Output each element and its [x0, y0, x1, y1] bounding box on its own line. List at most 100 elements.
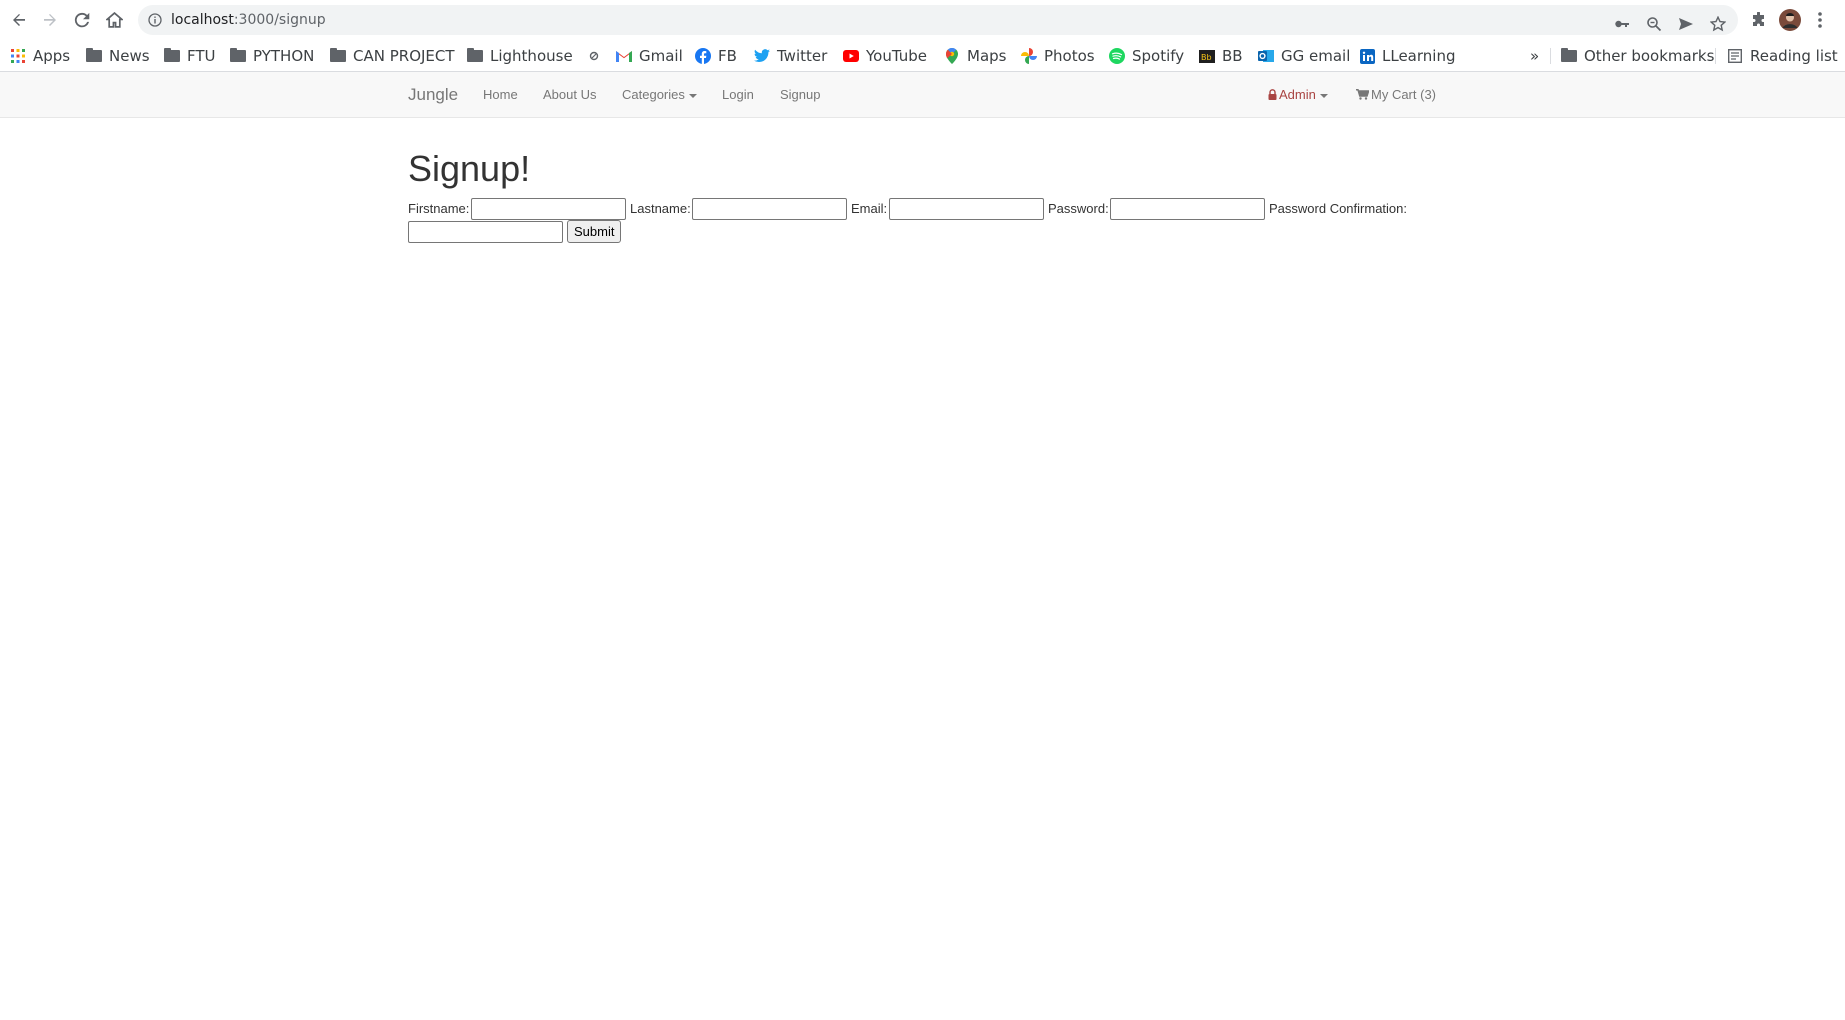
outlook-icon — [1258, 48, 1274, 64]
app-navbar: Jungle Home About Us Categories Login Si… — [0, 72, 1845, 118]
info-icon[interactable] — [148, 13, 162, 27]
browser-toolbar: localhost:3000/signup — [0, 0, 1845, 40]
send-to-devices-button[interactable] — [1676, 14, 1696, 34]
bookmark-label: Twitter — [777, 47, 828, 65]
reload-icon — [74, 12, 90, 28]
nav-about-us[interactable]: About Us — [543, 72, 596, 118]
bookmark-lighthouse[interactable]: Lighthouse — [467, 44, 573, 68]
lastname-field[interactable] — [692, 198, 847, 220]
nav-signup[interactable]: Signup — [780, 72, 820, 118]
bookmark-label: PYTHON — [253, 47, 315, 65]
bookmark-label: Lighthouse — [490, 47, 573, 65]
spotify-icon — [1109, 48, 1125, 64]
bookmarks-divider — [1550, 48, 1551, 64]
lock-icon — [1268, 89, 1277, 100]
folder-icon — [467, 48, 483, 64]
chrome-menu-button[interactable] — [1809, 9, 1831, 31]
key-button[interactable] — [1612, 14, 1632, 34]
bookmark-gg-email[interactable]: GG email — [1258, 44, 1350, 68]
nav-categories-dropdown[interactable]: Categories — [622, 72, 697, 118]
bookmark-apps[interactable]: Apps — [10, 44, 70, 68]
key-icon — [1615, 20, 1629, 28]
photos-icon — [1021, 48, 1037, 64]
reload-button[interactable] — [70, 8, 94, 32]
home-icon — [105, 11, 123, 28]
maps-icon — [944, 48, 960, 64]
back-arrow-icon — [13, 14, 25, 26]
reading-list-button[interactable]: Reading list — [1727, 44, 1838, 68]
firstname-field[interactable] — [471, 198, 626, 220]
bb-icon: Bb — [1199, 48, 1215, 64]
bookmark-ftu[interactable]: FTU — [164, 44, 216, 68]
caret-down-icon — [688, 93, 697, 98]
bookmark-llearning[interactable]: LLearning — [1359, 44, 1455, 68]
bookmark-label: Maps — [967, 47, 1007, 65]
nav-login[interactable]: Login — [722, 72, 754, 118]
bookmark-bb[interactable]: Bb BB — [1199, 44, 1243, 68]
facebook-icon — [695, 48, 711, 64]
send-icon — [1679, 18, 1693, 30]
svg-text:Bb: Bb — [1201, 53, 1212, 62]
bookmark-label: Other bookmarks — [1584, 47, 1715, 65]
back-button[interactable] — [7, 8, 31, 32]
admin-label: Admin — [1279, 87, 1316, 102]
bookmark-other-bookmarks[interactable]: Other bookmarks — [1561, 44, 1714, 68]
bookmark-maps[interactable]: Maps — [944, 44, 1006, 68]
firstname-label: Firstname: — [408, 201, 470, 216]
email-field[interactable] — [889, 198, 1044, 220]
bookmark-fb[interactable]: FB — [695, 44, 737, 68]
bookmark-star-button[interactable] — [1708, 14, 1728, 34]
home-button[interactable] — [102, 8, 126, 32]
bookmark-label: LLearning — [1382, 47, 1456, 65]
nav-home[interactable]: Home — [483, 72, 518, 118]
bookmark-can-project[interactable]: CAN PROJECT — [330, 44, 455, 68]
bookmark-photos[interactable]: Photos — [1021, 44, 1095, 68]
twitter-icon — [754, 48, 770, 64]
bookmark-label: GG email — [1281, 47, 1351, 65]
extensions-button[interactable] — [1748, 9, 1770, 31]
bookmarks-bar: Apps News FTU PYTHON CAN PROJECT Lightho… — [0, 40, 1845, 72]
bookmark-twitter[interactable]: Twitter — [754, 44, 827, 68]
bookmark-label: FTU — [187, 47, 216, 65]
zoom-button[interactable] — [1644, 14, 1664, 34]
kebab-menu-icon — [1818, 12, 1822, 28]
bookmarks-divider — [1715, 48, 1716, 64]
bookmark-label: Apps — [33, 47, 71, 65]
password-field[interactable] — [1110, 198, 1265, 220]
bookmark-label: YouTube — [866, 47, 927, 65]
avatar-icon — [1779, 9, 1801, 31]
bookmark-python[interactable]: PYTHON — [230, 44, 314, 68]
bookmark-spotify[interactable]: Spotify — [1109, 44, 1184, 68]
bookmark-label: FB — [718, 47, 737, 65]
url-path: :3000/signup — [233, 12, 326, 28]
bookmark-label: CAN PROJECT — [353, 47, 455, 65]
gmail-icon — [616, 48, 632, 64]
nav-admin-dropdown[interactable]: Admin — [1268, 72, 1328, 118]
bookmark-label: News — [109, 47, 150, 65]
bookmark-news[interactable]: News — [86, 44, 150, 68]
forward-arrow-icon — [44, 14, 56, 26]
url-host: localhost — [171, 12, 234, 28]
brand-link[interactable]: Jungle — [408, 72, 458, 118]
page-title: Signup! — [408, 148, 531, 189]
caret-down-icon — [1319, 93, 1328, 98]
bookmarks-overflow-button[interactable]: » — [1530, 44, 1539, 68]
link-icon — [586, 48, 602, 64]
bookmark-gmail[interactable]: Gmail — [616, 44, 683, 68]
bookmark-link[interactable] — [586, 44, 609, 68]
address-bar[interactable]: localhost:3000/signup — [138, 5, 1738, 35]
forward-button[interactable] — [38, 8, 62, 32]
bookmark-label: Photos — [1044, 47, 1095, 65]
submit-button[interactable]: Submit — [567, 220, 622, 243]
profile-avatar[interactable] — [1779, 9, 1801, 31]
folder-icon — [230, 48, 246, 64]
password-label: Password: — [1048, 201, 1109, 216]
cart-label: My Cart (3) — [1371, 87, 1436, 102]
overflow-chevron: » — [1530, 47, 1540, 65]
password-confirmation-field[interactable] — [408, 221, 563, 243]
nav-cart[interactable]: My Cart (3) — [1356, 72, 1436, 118]
folder-icon — [1561, 48, 1577, 64]
youtube-icon — [843, 48, 859, 64]
lastname-label: Lastname: — [630, 201, 691, 216]
bookmark-youtube[interactable]: YouTube — [843, 44, 927, 68]
